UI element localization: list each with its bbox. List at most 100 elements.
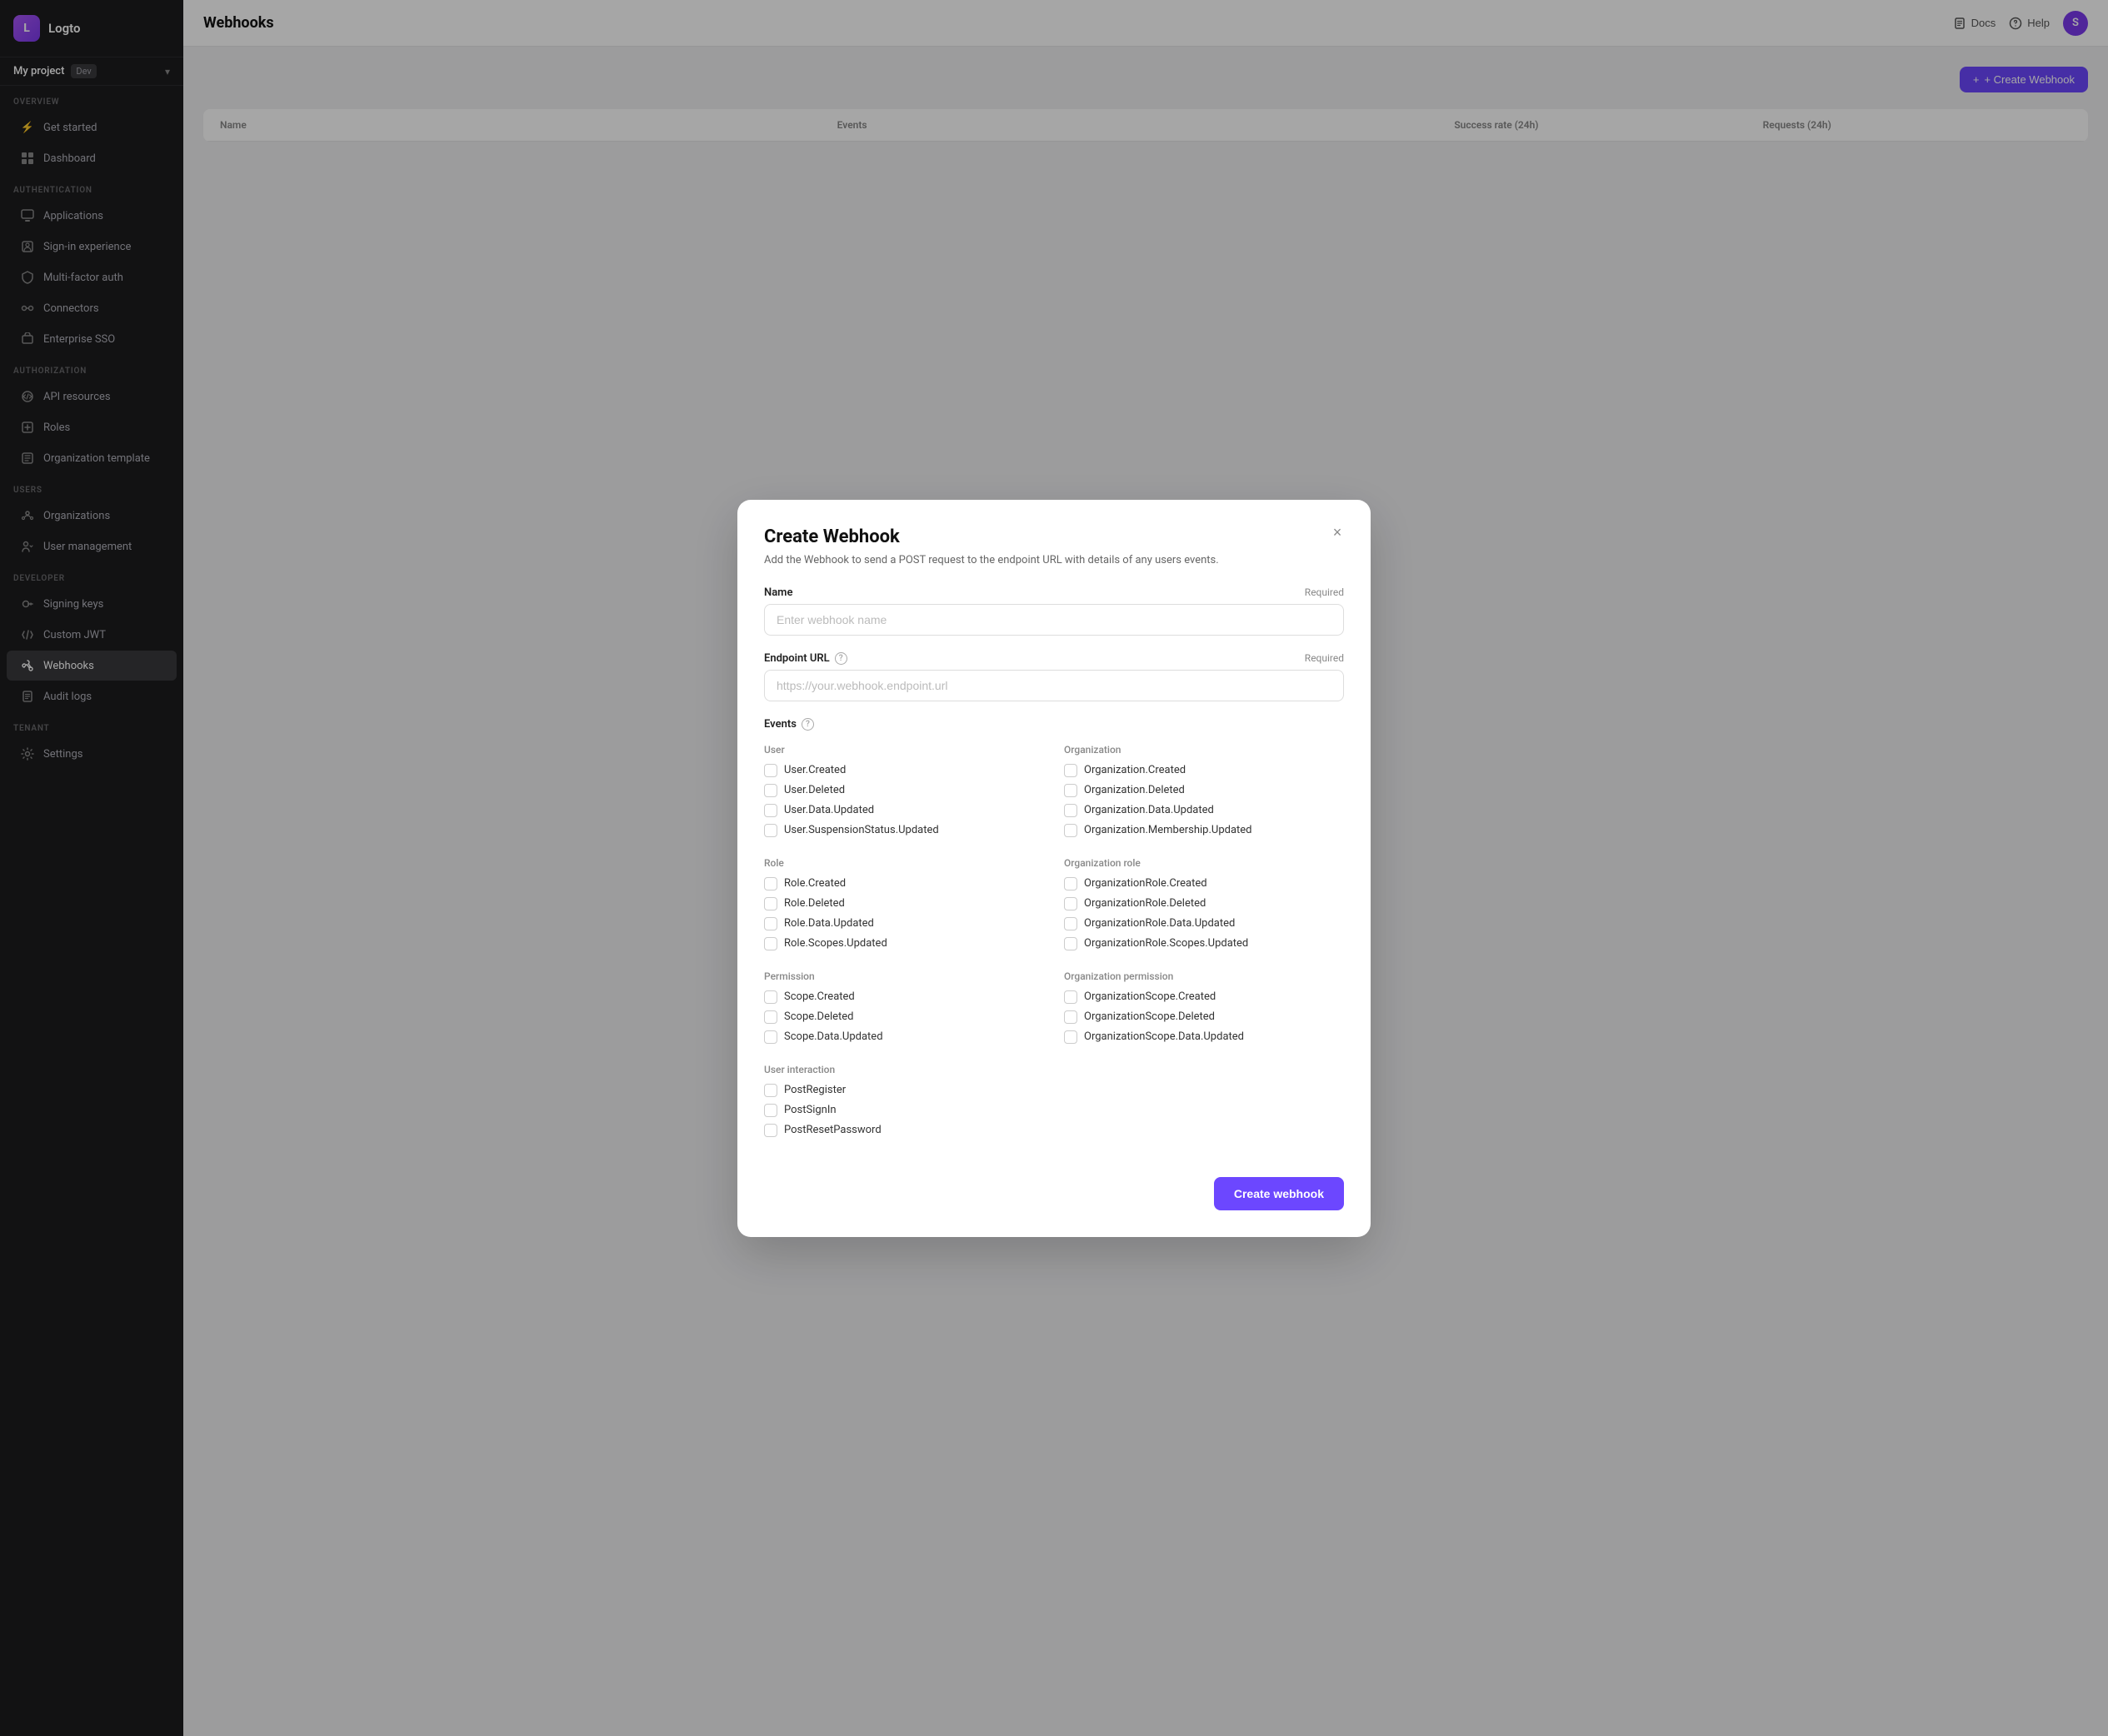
checkbox-post-sign-in[interactable] (764, 1104, 777, 1117)
name-label: Name (764, 586, 792, 599)
modal-close-button[interactable]: × (1324, 520, 1351, 546)
events-label: Events ? (764, 718, 1344, 731)
checkbox-post-register[interactable] (764, 1084, 777, 1097)
create-webhook-submit-button[interactable]: Create webhook (1214, 1177, 1344, 1210)
event-item-orgscope-created: OrganizationScope.Created (1064, 990, 1344, 1004)
checkbox-orgscope-data-updated[interactable] (1064, 1030, 1077, 1044)
checkbox-post-reset-password[interactable] (764, 1124, 777, 1137)
event-item-post-sign-in: PostSignIn (764, 1104, 1344, 1117)
checkbox-orgscope-deleted[interactable] (1064, 1010, 1077, 1024)
event-item-org-membership-updated: Organization.Membership.Updated (1064, 824, 1344, 837)
url-required: Required (1305, 652, 1344, 664)
name-label-row: Name Required (764, 586, 1344, 599)
checkbox-role-created[interactable] (764, 877, 777, 890)
endpoint-url-input[interactable] (764, 670, 1344, 701)
event-item-user-suspension: User.SuspensionStatus.Updated (764, 824, 1044, 837)
checkbox-org-membership-updated[interactable] (1064, 824, 1077, 837)
label-role-scopes-updated: Role.Scopes.Updated (784, 937, 887, 950)
label-orgscope-created: OrganizationScope.Created (1084, 990, 1216, 1003)
checkbox-user-created[interactable] (764, 764, 777, 777)
event-item-orgrole-created: OrganizationRole.Created (1064, 877, 1344, 890)
checkbox-scope-created[interactable] (764, 990, 777, 1004)
modal-footer: Create webhook (764, 1177, 1344, 1210)
event-item-role-deleted: Role.Deleted (764, 897, 1044, 910)
event-group-org-permission: Organization permission OrganizationScop… (1064, 970, 1344, 1050)
checkbox-orgrole-scopes-updated[interactable] (1064, 937, 1077, 950)
label-org-created: Organization.Created (1084, 764, 1186, 776)
checkbox-org-deleted[interactable] (1064, 784, 1077, 797)
checkbox-org-created[interactable] (1064, 764, 1077, 777)
label-role-deleted: Role.Deleted (784, 897, 845, 910)
event-item-scope-data-updated: Scope.Data.Updated (764, 1030, 1044, 1044)
event-item-orgrole-scopes-updated: OrganizationRole.Scopes.Updated (1064, 937, 1344, 950)
label-user-deleted: User.Deleted (784, 784, 845, 796)
name-field-row: Name Required (764, 586, 1344, 636)
url-info-icon: ? (835, 652, 847, 665)
event-item-org-created: Organization.Created (1064, 764, 1344, 777)
label-role-data-updated: Role.Data.Updated (784, 917, 874, 930)
event-item-scope-created: Scope.Created (764, 990, 1044, 1004)
name-required: Required (1305, 586, 1344, 598)
event-item-orgrole-data-updated: OrganizationRole.Data.Updated (1064, 917, 1344, 930)
event-item-orgscope-data-updated: OrganizationScope.Data.Updated (1064, 1030, 1344, 1044)
label-orgrole-scopes-updated: OrganizationRole.Scopes.Updated (1084, 937, 1248, 950)
checkbox-role-data-updated[interactable] (764, 917, 777, 930)
label-orgrole-data-updated: OrganizationRole.Data.Updated (1084, 917, 1235, 930)
event-item-role-data-updated: Role.Data.Updated (764, 917, 1044, 930)
checkbox-scope-data-updated[interactable] (764, 1030, 777, 1044)
event-group-organization: Organization Organization.Created Organi… (1064, 744, 1344, 844)
label-org-membership-updated: Organization.Membership.Updated (1084, 824, 1252, 836)
event-item-post-register: PostRegister (764, 1084, 1344, 1097)
submit-label: Create webhook (1234, 1187, 1324, 1200)
events-info-icon: ? (802, 718, 814, 731)
label-orgscope-data-updated: OrganizationScope.Data.Updated (1084, 1030, 1244, 1043)
name-input[interactable] (764, 604, 1344, 636)
url-label-row: Endpoint URL ? Required (764, 652, 1344, 665)
close-icon: × (1333, 524, 1342, 541)
event-group-permission-title: Permission (764, 970, 1044, 982)
event-item-org-deleted: Organization.Deleted (1064, 784, 1344, 797)
event-group-role-title: Role (764, 857, 1044, 869)
event-group-user-interaction-title: User interaction (764, 1064, 1344, 1075)
event-group-org-role-title: Organization role (1064, 857, 1344, 869)
checkbox-user-data-updated[interactable] (764, 804, 777, 817)
modal-overlay[interactable]: Create Webhook Add the Webhook to send a… (0, 0, 2108, 1736)
checkbox-user-suspension[interactable] (764, 824, 777, 837)
label-orgrole-deleted: OrganizationRole.Deleted (1084, 897, 1206, 910)
events-section: Events ? User User.Created User.Deleted (764, 718, 1344, 1157)
label-scope-data-updated: Scope.Data.Updated (784, 1030, 883, 1043)
label-post-reset-password: PostResetPassword (784, 1124, 882, 1136)
event-item-user-created: User.Created (764, 764, 1044, 777)
event-item-user-deleted: User.Deleted (764, 784, 1044, 797)
label-user-data-updated: User.Data.Updated (784, 804, 874, 816)
label-org-data-updated: Organization.Data.Updated (1084, 804, 1214, 816)
modal-description: Add the Webhook to send a POST request t… (764, 554, 1344, 566)
event-group-role: Role Role.Created Role.Deleted Role.Data… (764, 857, 1044, 957)
checkbox-org-data-updated[interactable] (1064, 804, 1077, 817)
checkbox-orgrole-data-updated[interactable] (1064, 917, 1077, 930)
label-orgscope-deleted: OrganizationScope.Deleted (1084, 1010, 1215, 1023)
create-webhook-modal: Create Webhook Add the Webhook to send a… (737, 500, 1371, 1237)
checkbox-role-deleted[interactable] (764, 897, 777, 910)
event-item-user-data-updated: User.Data.Updated (764, 804, 1044, 817)
event-item-orgscope-deleted: OrganizationScope.Deleted (1064, 1010, 1344, 1024)
label-post-register: PostRegister (784, 1084, 846, 1096)
checkbox-user-deleted[interactable] (764, 784, 777, 797)
event-item-orgrole-deleted: OrganizationRole.Deleted (1064, 897, 1344, 910)
checkbox-role-scopes-updated[interactable] (764, 937, 777, 950)
url-label: Endpoint URL ? (764, 652, 847, 665)
event-group-org-role: Organization role OrganizationRole.Creat… (1064, 857, 1344, 957)
label-user-created: User.Created (784, 764, 846, 776)
checkbox-orgrole-deleted[interactable] (1064, 897, 1077, 910)
event-item-post-reset-password: PostResetPassword (764, 1124, 1344, 1137)
event-group-org-permission-title: Organization permission (1064, 970, 1344, 982)
event-group-user: User User.Created User.Deleted User.Data… (764, 744, 1044, 844)
label-role-created: Role.Created (784, 877, 846, 890)
label-org-deleted: Organization.Deleted (1084, 784, 1185, 796)
checkbox-scope-deleted[interactable] (764, 1010, 777, 1024)
event-group-user-interaction: User interaction PostRegister PostSignIn… (764, 1064, 1344, 1144)
label-orgrole-created: OrganizationRole.Created (1084, 877, 1207, 890)
event-group-permission: Permission Scope.Created Scope.Deleted S… (764, 970, 1044, 1050)
checkbox-orgrole-created[interactable] (1064, 877, 1077, 890)
checkbox-orgscope-created[interactable] (1064, 990, 1077, 1004)
